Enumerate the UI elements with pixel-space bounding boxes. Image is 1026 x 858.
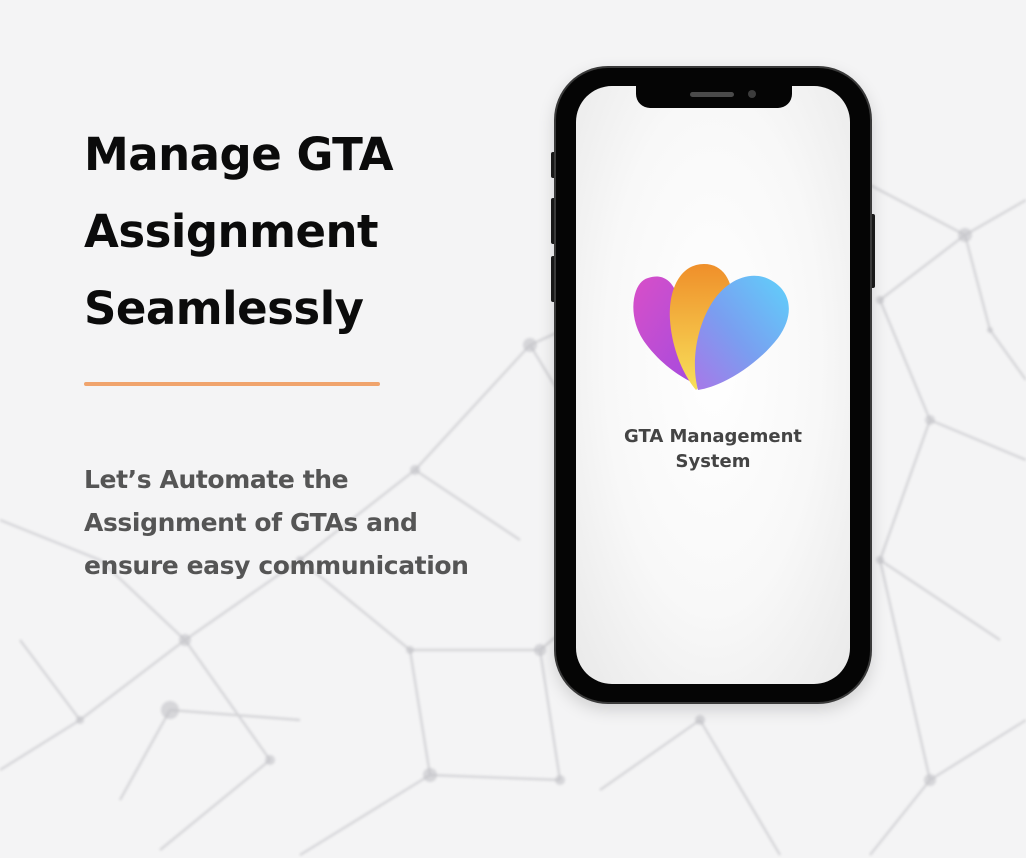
hero-subtext: Let’s Automate the Assignment of GTAs an… bbox=[84, 458, 514, 587]
app-name-line-1: GTA Management bbox=[623, 426, 803, 447]
app-logo-icon bbox=[633, 264, 789, 390]
subtext-line-1: Let’s Automate the bbox=[84, 465, 349, 494]
phone-mockup: GTA Management System bbox=[556, 68, 870, 702]
subtext-line-2: Assignment of GTAs and bbox=[84, 508, 418, 537]
app-name-line-2: System bbox=[675, 451, 751, 472]
speaker-grille bbox=[690, 92, 734, 97]
phone-screen: GTA Management System bbox=[576, 86, 850, 684]
phone-power-button bbox=[870, 214, 875, 288]
headline-line-2: Assignment bbox=[84, 205, 379, 258]
phone-notch bbox=[636, 86, 792, 108]
app-name: GTA Management System bbox=[576, 424, 850, 474]
accent-divider bbox=[84, 382, 380, 386]
headline-line-1: Manage GTA bbox=[84, 128, 394, 181]
headline-line-3: Seamlessly bbox=[84, 282, 364, 335]
subtext-line-3: ensure easy communication bbox=[84, 551, 469, 580]
front-camera bbox=[748, 90, 756, 98]
page-headline: Manage GTA Assignment Seamlessly bbox=[84, 116, 524, 347]
